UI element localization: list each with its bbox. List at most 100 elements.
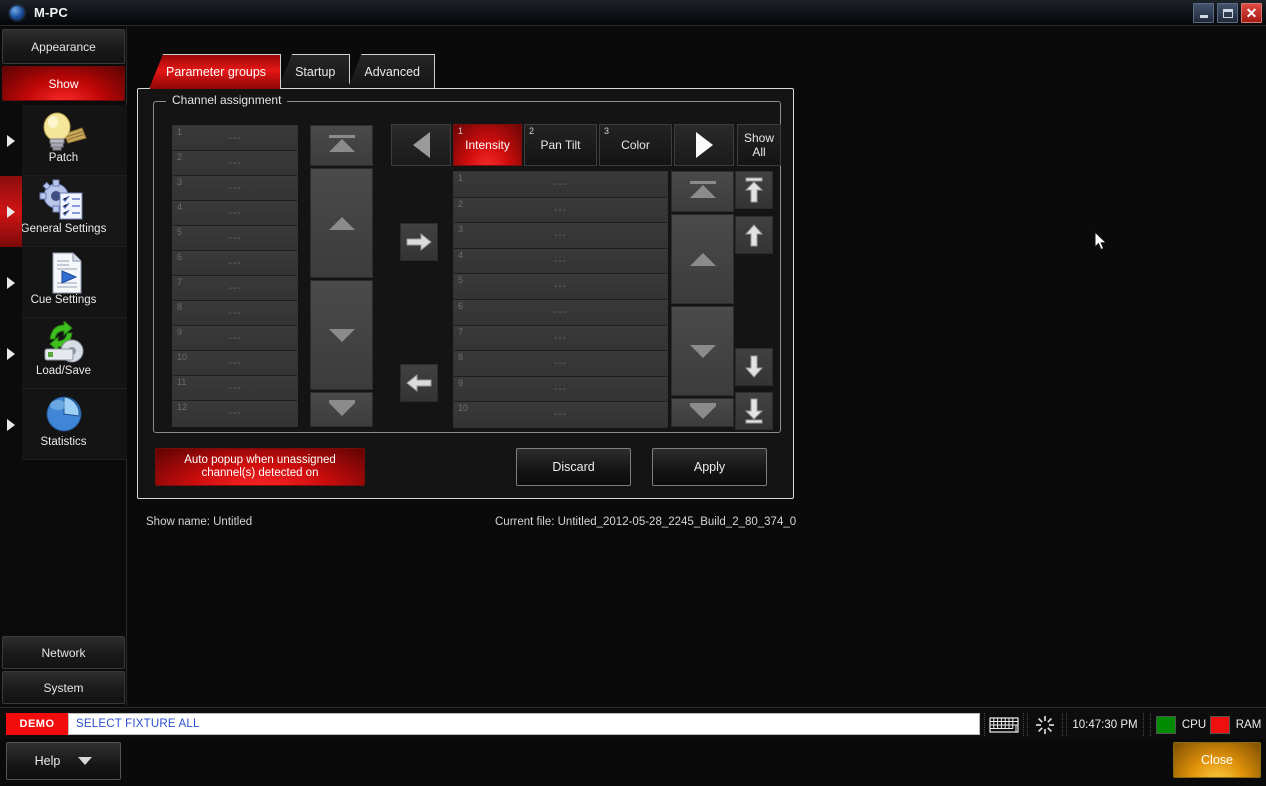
param-group-next-button[interactable] bbox=[674, 124, 734, 166]
close-button[interactable]: Close bbox=[1173, 742, 1261, 778]
cpu-label: CPU bbox=[1181, 718, 1207, 731]
row-value: --- bbox=[554, 306, 567, 318]
list-item[interactable]: 2 --- bbox=[454, 197, 667, 224]
assigned-channel-list[interactable]: 1 --- 2 --- 3 --- 4 --- 5 --- 6 --- 7 --- 8 --- … bbox=[453, 171, 668, 428]
assign-right-button[interactable] bbox=[400, 223, 438, 261]
pie-chart-icon bbox=[36, 391, 92, 439]
left-list-scroll-top-button[interactable] bbox=[310, 125, 373, 166]
scroll-down-icon bbox=[328, 328, 355, 342]
sidebar-item-label: Statistics bbox=[40, 436, 87, 448]
list-item[interactable]: 9 --- bbox=[454, 376, 667, 403]
right-list-scroll-top-button[interactable] bbox=[671, 171, 734, 212]
row-value: --- bbox=[228, 308, 242, 319]
list-item[interactable]: 3 --- bbox=[454, 223, 667, 249]
list-item[interactable]: 7 --- bbox=[173, 276, 297, 301]
sidebar-item-appearance[interactable]: Appearance bbox=[2, 29, 125, 64]
sidebar-item-system[interactable]: System bbox=[2, 671, 125, 704]
sidebar-item-label: Network bbox=[41, 645, 86, 660]
row-value: --- bbox=[228, 158, 242, 169]
scroll-up-icon bbox=[328, 216, 355, 230]
help-button[interactable]: Help bbox=[6, 742, 121, 780]
sidebar-item-network[interactable]: Network bbox=[2, 636, 125, 669]
list-item[interactable]: 6 --- bbox=[173, 251, 297, 276]
apply-button[interactable]: Apply bbox=[652, 448, 767, 486]
command-line-input[interactable]: SELECT FIXTURE ALL bbox=[68, 713, 980, 735]
sidebar-item-cue-settings[interactable]: Cue Settings bbox=[0, 247, 127, 318]
list-item[interactable]: 6 --- bbox=[454, 299, 667, 326]
list-item[interactable]: 11 --- bbox=[173, 376, 297, 401]
list-item[interactable]: 8 --- bbox=[173, 301, 297, 326]
tab-startup[interactable]: Startup bbox=[278, 54, 351, 89]
show-all-button[interactable]: Show All bbox=[737, 124, 781, 166]
param-group-pan-tilt[interactable]: 2 Pan Tilt bbox=[524, 124, 597, 166]
row-value: --- bbox=[228, 333, 242, 344]
keyboard-toggle-button[interactable] bbox=[984, 713, 1024, 736]
auto-popup-label-line1: Auto popup when unassigned bbox=[184, 454, 336, 466]
sidebar-item-statistics[interactable]: Statistics bbox=[0, 389, 127, 460]
param-group-color[interactable]: 3 Color bbox=[599, 124, 672, 166]
move-to-bottom-button[interactable] bbox=[735, 392, 773, 430]
auto-popup-toggle-button[interactable]: Auto popup when unassigned channel(s) de… bbox=[155, 448, 365, 486]
list-item[interactable]: 1 --- bbox=[454, 172, 667, 198]
sidebar-item-label: Patch bbox=[48, 152, 79, 164]
clock: 10:47:30 PM bbox=[1066, 713, 1144, 736]
list-item[interactable]: 10 --- bbox=[173, 351, 297, 376]
tab-advanced[interactable]: Advanced bbox=[347, 54, 435, 89]
unassign-left-button[interactable] bbox=[400, 364, 438, 402]
starburst-icon bbox=[1036, 715, 1054, 734]
disk-arrows-icon bbox=[36, 320, 92, 368]
list-item[interactable]: 7 --- bbox=[454, 325, 667, 352]
unassigned-channel-list[interactable]: 1 --- 2 --- 3 --- 4 --- 5 --- 6 --- 7 --- 8 --- … bbox=[172, 125, 298, 427]
param-group-label: Intensity bbox=[465, 138, 510, 152]
title-bar: M-PC ✕ bbox=[0, 0, 1266, 26]
list-item[interactable]: 3 --- bbox=[173, 176, 297, 201]
scroll-to-top-icon bbox=[689, 181, 716, 198]
list-item[interactable]: 10 --- bbox=[454, 402, 667, 428]
current-file-label: Current file: Untitled_2012-05-28_2245_B… bbox=[495, 516, 797, 528]
sidebar-item-show[interactable]: Show bbox=[2, 66, 125, 101]
sidebar-item-load-save[interactable]: Load/Save bbox=[0, 318, 127, 389]
left-list-scroll-up-button[interactable] bbox=[310, 168, 373, 278]
row-value: --- bbox=[554, 204, 567, 216]
maximize-button[interactable] bbox=[1217, 3, 1238, 23]
right-list-scroll-bottom-button[interactable] bbox=[671, 398, 734, 427]
app-logo-icon bbox=[10, 5, 24, 20]
sidebar-item-patch[interactable]: Patch bbox=[0, 105, 127, 176]
list-item[interactable]: 12 --- bbox=[173, 401, 297, 426]
list-item[interactable]: 2 --- bbox=[173, 151, 297, 176]
list-item[interactable]: 8 --- bbox=[454, 351, 667, 377]
minimize-button[interactable] bbox=[1193, 3, 1214, 23]
list-item[interactable]: 4 --- bbox=[173, 201, 297, 226]
sidebar-item-label: Cue Settings bbox=[30, 294, 97, 306]
row-value: --- bbox=[228, 408, 242, 419]
param-group-intensity[interactable]: 1 Intensity bbox=[453, 124, 522, 166]
close-window-button[interactable]: ✕ bbox=[1241, 3, 1262, 23]
list-item[interactable]: 4 --- bbox=[454, 248, 667, 275]
sidebar-item-label: Load/Save bbox=[36, 365, 91, 377]
move-to-top-button[interactable] bbox=[735, 171, 773, 209]
param-group-label: Pan Tilt bbox=[540, 138, 581, 152]
row-value: --- bbox=[554, 255, 567, 267]
left-list-scroll-down-button[interactable] bbox=[310, 280, 373, 390]
move-up-button[interactable] bbox=[735, 216, 773, 254]
list-item[interactable]: 5 --- bbox=[173, 226, 297, 251]
sidebar-item-general-settings[interactable]: General Settings bbox=[0, 176, 127, 247]
left-list-scroll-bottom-button[interactable] bbox=[310, 392, 373, 427]
row-value: --- bbox=[554, 358, 567, 370]
discard-label: Discard bbox=[552, 460, 595, 474]
list-item[interactable]: 1 --- bbox=[173, 126, 297, 151]
activity-indicator[interactable] bbox=[1027, 713, 1063, 736]
apply-label: Apply bbox=[693, 460, 726, 474]
move-down-button[interactable] bbox=[735, 348, 773, 386]
row-value: --- bbox=[228, 358, 242, 369]
right-list-scroll-down-button[interactable] bbox=[671, 306, 734, 396]
row-value: --- bbox=[228, 383, 242, 394]
list-item[interactable]: 5 --- bbox=[454, 274, 667, 300]
tab-parameter-groups[interactable]: Parameter groups bbox=[149, 54, 282, 89]
param-group-index: 2 bbox=[529, 126, 535, 136]
param-group-index: 1 bbox=[458, 126, 464, 136]
param-group-prev-button[interactable] bbox=[391, 124, 451, 166]
discard-button[interactable]: Discard bbox=[516, 448, 631, 486]
right-list-scroll-up-button[interactable] bbox=[671, 214, 734, 304]
list-item[interactable]: 9 --- bbox=[173, 326, 297, 351]
